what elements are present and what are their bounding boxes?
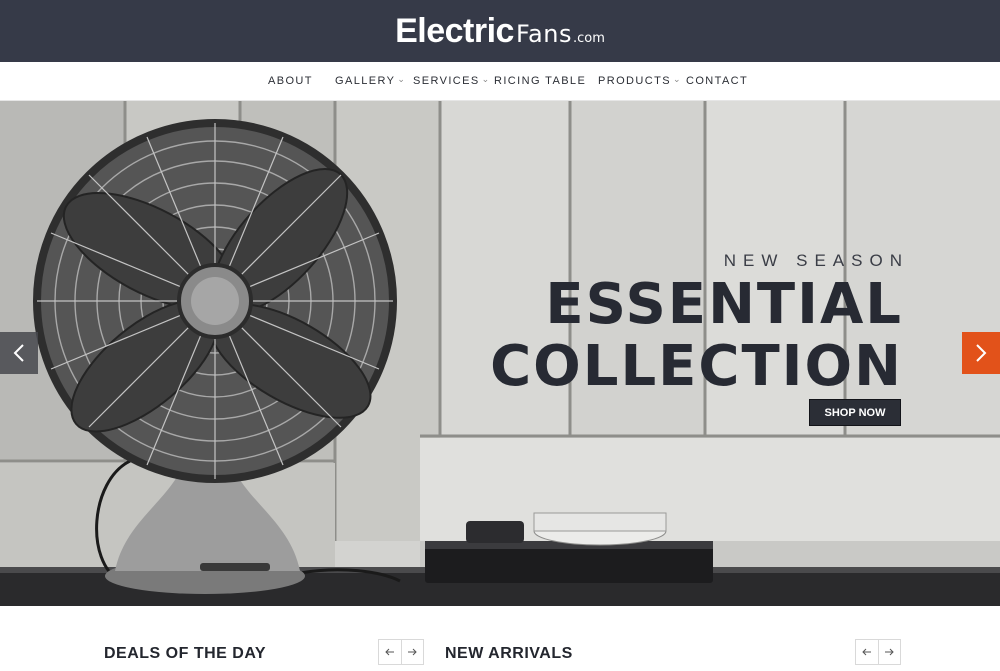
logo-text-strong: Electric [395, 12, 514, 50]
slider-next-button[interactable] [962, 332, 1000, 374]
chevron-down-icon: ⌄ [672, 74, 682, 84]
arrow-left-icon [385, 648, 394, 656]
nav-item-label: SERVICES [413, 75, 480, 87]
arrivals-next-button[interactable] [877, 640, 901, 664]
main-nav: ABOUT GALLERY ⌄ SERVICES ⌄ RICING TABLE PR… [0, 62, 1000, 101]
chevron-right-icon [976, 344, 987, 362]
new-arrivals-title: NEW ARRIVALS [445, 645, 573, 662]
chevron-left-icon [13, 344, 24, 362]
deals-of-the-day-title: DEALS OF THE DAY [104, 645, 267, 662]
chevron-down-icon: ⌄ [397, 74, 407, 84]
shop-now-button[interactable]: SHOP NOW [809, 399, 901, 426]
nav-item-label: GALLERY [335, 75, 396, 87]
site-header: Electric Fans .com [0, 0, 1000, 62]
nav-item-label: ABOUT [268, 75, 313, 87]
logo-text-light: Fans [515, 20, 572, 48]
arrow-right-icon [408, 648, 417, 656]
deals-prev-button[interactable] [379, 640, 401, 664]
logo-text-domain: .com [572, 31, 605, 46]
hero-slider: NEW SEASON ESSENTIAL COLLECTION SHOP NOW [0, 101, 1000, 606]
site-logo[interactable]: Electric Fans .com [395, 14, 605, 48]
nav-item-gallery[interactable]: GALLERY ⌄ [335, 74, 407, 87]
deals-pager [378, 639, 424, 665]
hero-headline-line2: COLLECTION [490, 334, 903, 399]
arrivals-prev-button[interactable] [856, 640, 878, 664]
hero-caption: NEW SEASON ESSENTIAL COLLECTION [490, 251, 903, 395]
slider-prev-button[interactable] [0, 332, 38, 374]
nav-item-label: RICING TABLE [494, 75, 587, 87]
nav-item-products[interactable]: PRODUCTS ⌄ [598, 74, 682, 87]
nav-item-label: PRODUCTS [598, 75, 671, 87]
chevron-down-icon: ⌄ [481, 74, 491, 84]
nav-item-contact[interactable]: CONTACT [686, 75, 748, 87]
deals-next-button[interactable] [400, 640, 424, 664]
nav-item-services[interactable]: SERVICES ⌄ [413, 74, 491, 87]
hero-kicker: NEW SEASON [723, 251, 909, 270]
hero-headline-line1: ESSENTIAL [545, 272, 903, 337]
arrow-right-icon [885, 648, 894, 656]
nav-item-label: CONTACT [686, 75, 749, 87]
arrow-left-icon [862, 648, 871, 656]
arrivals-pager [855, 639, 901, 665]
nav-item-about[interactable]: ABOUT [268, 75, 313, 87]
nav-item-ricing-table[interactable]: RICING TABLE [494, 75, 586, 87]
